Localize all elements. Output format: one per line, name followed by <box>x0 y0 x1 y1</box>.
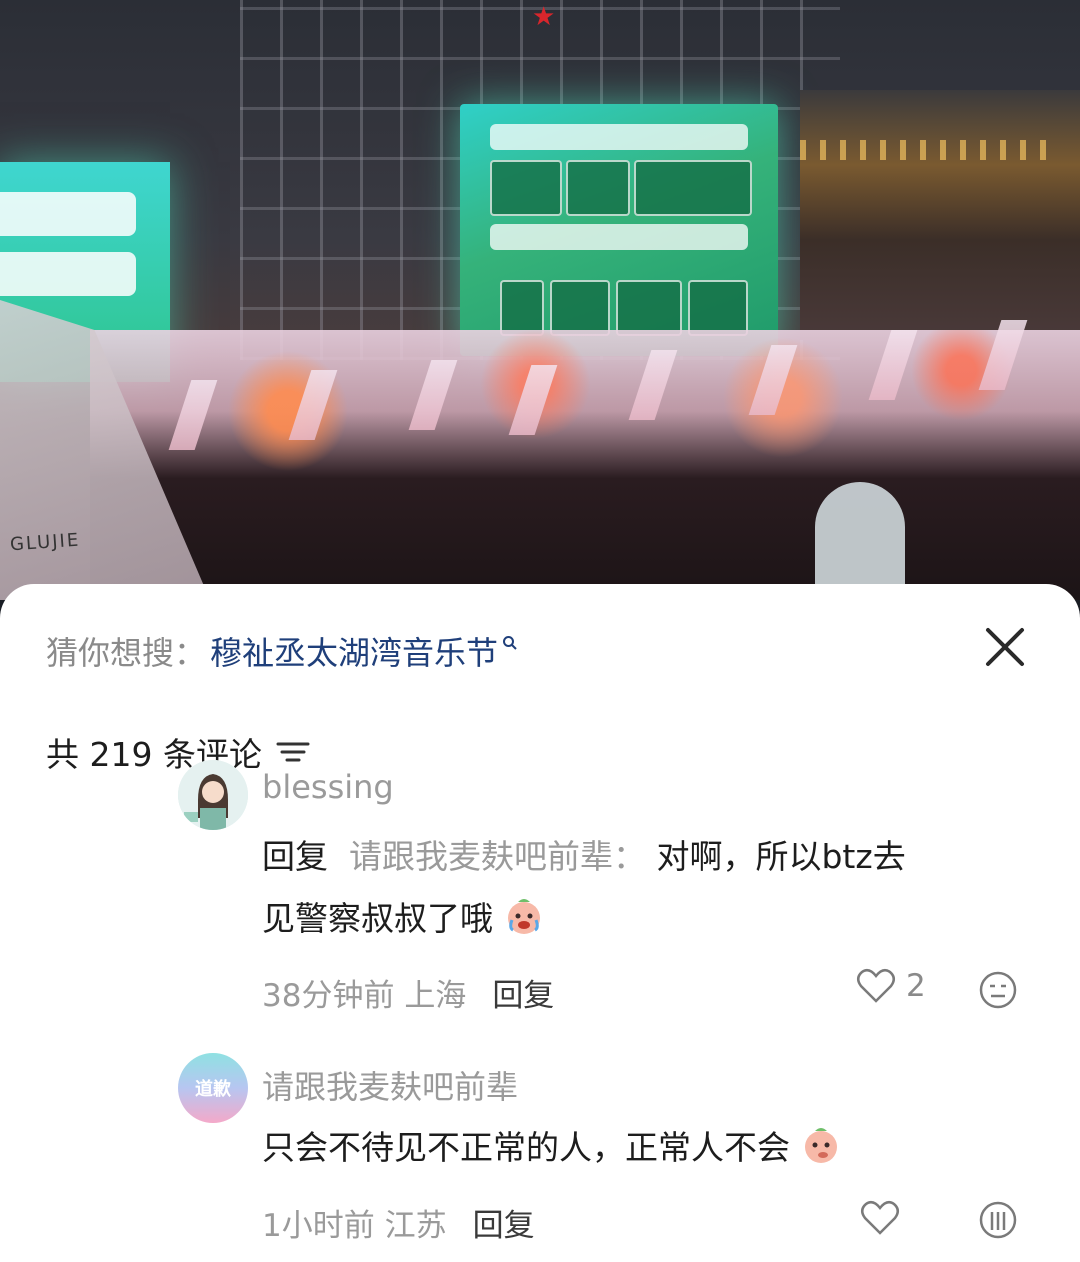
like-button[interactable] <box>860 1200 900 1236</box>
like-button[interactable]: 2 <box>856 968 926 1004</box>
comment-location: 上海 <box>404 978 467 1014</box>
suggestion-prefix: 猜你想搜： <box>46 634 207 672</box>
crowd <box>90 330 1080 600</box>
building-lights <box>800 140 1060 160</box>
pouting-face-emoji-icon <box>804 1128 837 1163</box>
concert-photo[interactable]: ★ GLUJIE <box>0 0 1080 600</box>
crying-laugh-emoji-icon <box>507 899 540 934</box>
search-icon <box>503 636 517 650</box>
comment-text: 只会不待见不正常的人，正常人不会 <box>262 1117 1032 1179</box>
comment-text-body: 只会不待见不正常的人，正常人不会 <box>262 1128 790 1167</box>
suggestion-term[interactable]: 穆祉丞太湖湾音乐节 <box>210 628 498 674</box>
comment-meta: 38分钟前 上海 回复 <box>262 970 554 1015</box>
comment-username[interactable]: 请跟我麦麸吧前辈 <box>262 1062 518 1108</box>
sort-icon[interactable] <box>276 740 310 764</box>
comment-text-line1: 对啊，所以btz去 <box>656 837 906 876</box>
like-count: 2 <box>906 968 926 1004</box>
comment-location: 江苏 <box>384 1208 447 1244</box>
heart-icon <box>861 1200 899 1235</box>
heart-icon <box>857 968 895 1003</box>
neutral-face-icon[interactable] <box>978 1200 1018 1240</box>
avatar-girl-icon <box>178 760 248 830</box>
reply-to-user[interactable]: 请跟我麦麸吧前辈： <box>349 837 646 876</box>
comment-meta: 1小时前 江苏 回复 <box>262 1200 535 1245</box>
reply-button[interactable]: 回复 <box>492 970 554 1015</box>
close-icon[interactable] <box>982 624 1028 670</box>
comment-time: 1小时前 <box>262 1208 375 1244</box>
avatar-text: 道歉 <box>195 1079 231 1100</box>
comment-time: 38分钟前 <box>262 978 395 1014</box>
reply-button[interactable]: 回复 <box>473 1200 535 1245</box>
comment-text: 回复 请跟我麦麸吧前辈： 对啊，所以btz去 见警察叔叔了哦 <box>262 826 1032 950</box>
avatar[interactable] <box>178 760 248 830</box>
reply-prefix: 回复 <box>262 837 328 876</box>
castle-building <box>800 90 1080 340</box>
person-raincoat <box>815 482 905 600</box>
led-screen-main <box>460 104 778 356</box>
comment-username[interactable]: blessing <box>262 768 394 806</box>
avatar[interactable]: 道歉 <box>178 1053 248 1123</box>
neutral-face-icon[interactable] <box>978 970 1018 1010</box>
search-suggestion[interactable]: 猜你想搜： 穆祉丞太湖湾音乐节 <box>46 628 518 674</box>
brand-logo <box>510 26 720 50</box>
comment-text-line2: 见警察叔叔了哦 <box>262 899 493 938</box>
